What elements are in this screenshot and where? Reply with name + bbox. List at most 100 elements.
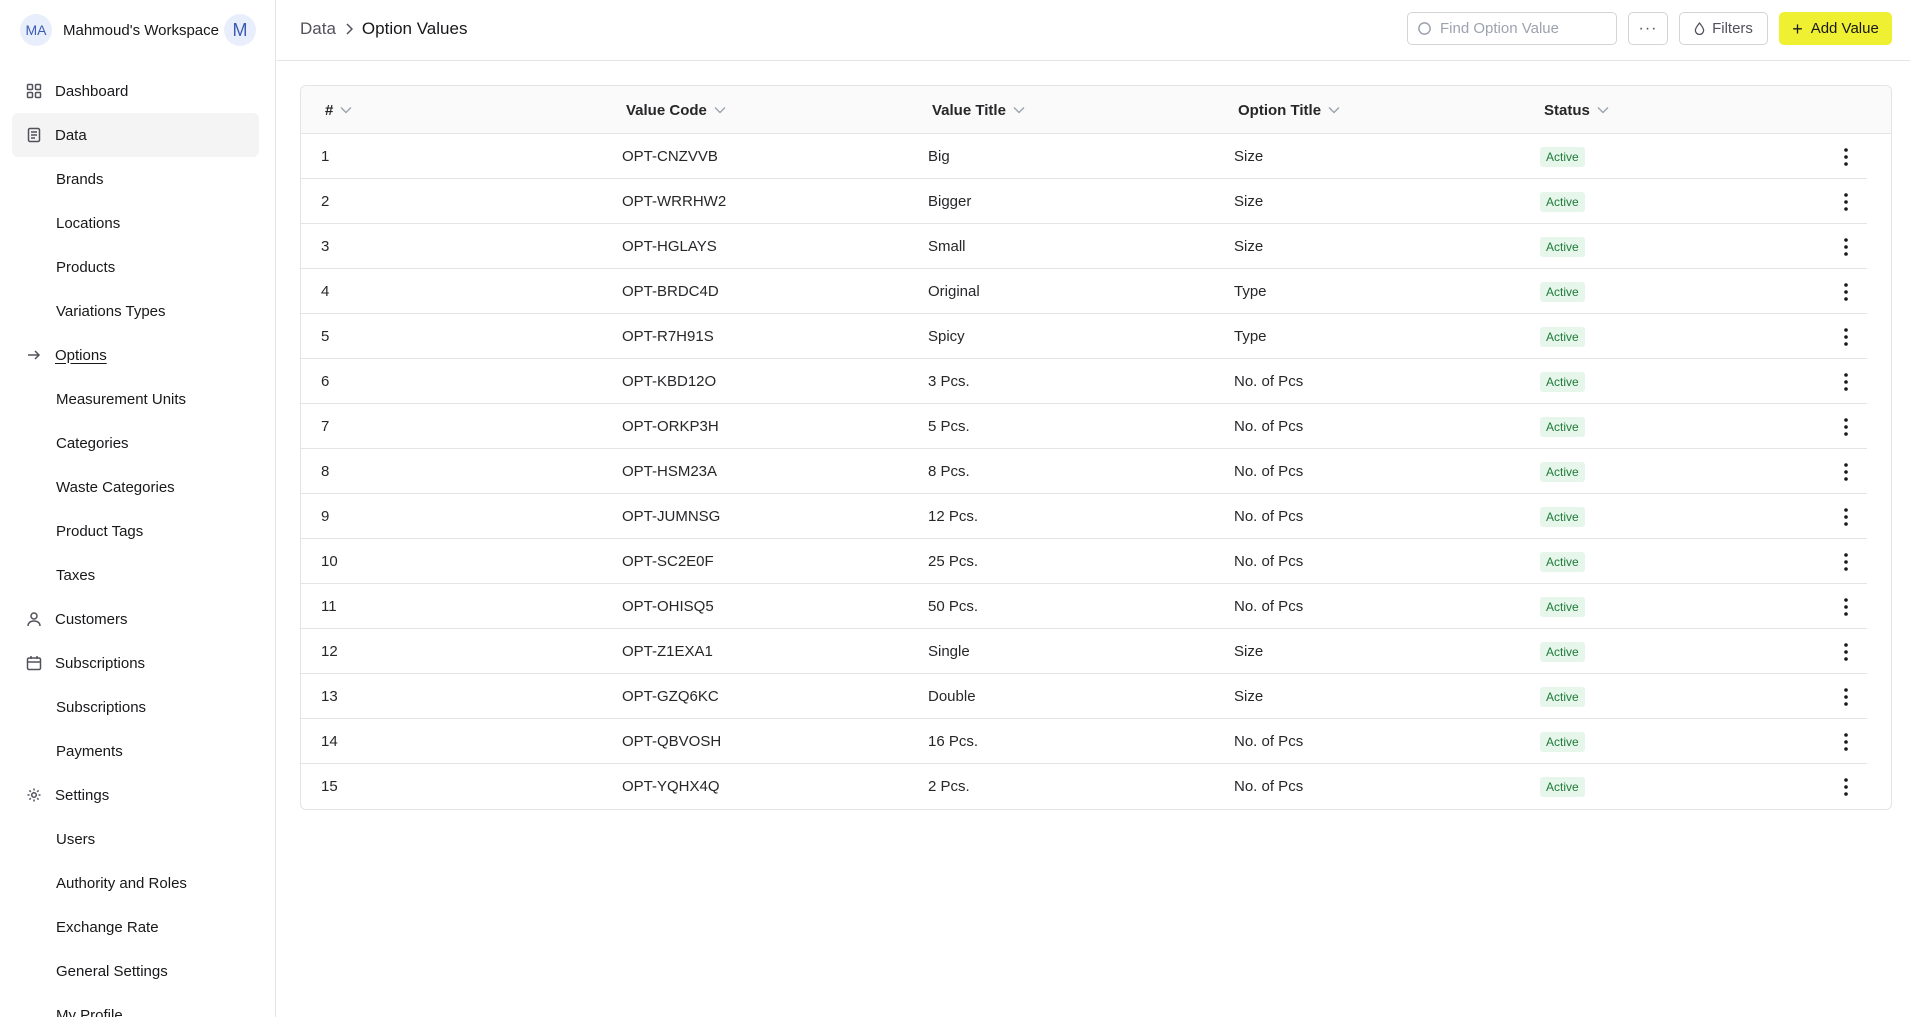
row-index: 2: [321, 193, 330, 210]
filters-button[interactable]: Filters: [1679, 12, 1768, 45]
breadcrumb-parent[interactable]: Data: [300, 19, 336, 39]
row-actions-icon[interactable]: [1831, 134, 1861, 179]
column-header-label: #: [325, 101, 334, 119]
table-row[interactable]: 4 OPT-BRDC4D Original Type Active: [301, 269, 1867, 314]
row-index: 9: [321, 508, 330, 525]
more-options-button[interactable]: ···: [1628, 12, 1668, 45]
sidebar-item-dashboard[interactable]: Dashboard: [12, 69, 259, 113]
value-code: OPT-WRRHW2: [622, 193, 727, 210]
sidebar: MA Mahmoud's Workspace M Dashboard Data Br…: [0, 0, 276, 1017]
status-badge: Active: [1540, 641, 1585, 662]
table-row[interactable]: 6 OPT-KBD12O 3 Pcs. No. of Pcs Active: [301, 359, 1867, 404]
row-index: 8: [321, 463, 330, 480]
sidebar-item-options[interactable]: Options: [12, 333, 259, 377]
column-header-index[interactable]: #: [325, 86, 352, 134]
value-title: Bigger: [928, 193, 972, 210]
table-row[interactable]: 3 OPT-HGLAYS Small Size Active: [301, 224, 1867, 269]
row-actions-icon[interactable]: [1831, 629, 1861, 674]
workspace-switcher[interactable]: MA Mahmoud's Workspace M: [0, 0, 275, 60]
sidebar-item-subscriptions[interactable]: Subscriptions: [12, 641, 259, 685]
row-actions-icon[interactable]: [1831, 584, 1861, 629]
value-title: 3 Pcs.: [928, 373, 970, 390]
row-actions-icon[interactable]: [1831, 449, 1861, 494]
value-code: OPT-BRDC4D: [622, 283, 719, 300]
row-actions-icon[interactable]: [1831, 359, 1861, 404]
value-code: OPT-OHISQ5: [622, 598, 714, 615]
sidebar-item-measurement-units[interactable]: Measurement Units: [12, 377, 259, 421]
sidebar-item-customers[interactable]: Customers: [12, 597, 259, 641]
table-row[interactable]: 1 OPT-CNZVVB Big Size Active: [301, 134, 1867, 179]
table-row[interactable]: 13 OPT-GZQ6KC Double Size Active: [301, 674, 1867, 719]
value-title: 16 Pcs.: [928, 733, 979, 750]
sidebar-item-brands[interactable]: Brands: [12, 157, 259, 201]
sidebar-item-users[interactable]: Users: [12, 817, 259, 861]
arrow-right-icon: [24, 345, 44, 365]
row-actions-icon[interactable]: [1831, 764, 1861, 809]
status-cell: Active: [1540, 539, 1585, 584]
add-value-label: Add Value: [1810, 20, 1879, 37]
sidebar-item-data[interactable]: Data: [12, 113, 259, 157]
document-icon: [24, 125, 44, 145]
sidebar-item-categories[interactable]: Categories: [12, 421, 259, 465]
sidebar-item-my-profile[interactable]: My Profile: [12, 993, 259, 1017]
table-row[interactable]: 14 OPT-QBVOSH 16 Pcs. No. of Pcs Active: [301, 719, 1867, 764]
sidebar-item-payments[interactable]: Payments: [12, 729, 259, 773]
value-title: 8 Pcs.: [928, 463, 970, 480]
row-actions-icon[interactable]: [1831, 494, 1861, 539]
table-row[interactable]: 10 OPT-SC2E0F 25 Pcs. No. of Pcs Active: [301, 539, 1867, 584]
sidebar-item-general-settings[interactable]: General Settings: [12, 949, 259, 993]
table-row[interactable]: 12 OPT-Z1EXA1 Single Size Active: [301, 629, 1867, 674]
row-actions-icon[interactable]: [1831, 539, 1861, 584]
status-badge: Active: [1540, 371, 1585, 392]
sidebar-item-authority-and-roles[interactable]: Authority and Roles: [12, 861, 259, 905]
value-code: OPT-R7H91S: [622, 328, 714, 345]
row-actions-icon[interactable]: [1831, 674, 1861, 719]
value-title: 25 Pcs.: [928, 553, 979, 570]
status-badge: Active: [1540, 686, 1585, 707]
option-title: Type: [1234, 328, 1267, 345]
table-row[interactable]: 8 OPT-HSM23A 8 Pcs. No. of Pcs Active: [301, 449, 1867, 494]
value-code: OPT-QBVOSH: [622, 733, 722, 750]
row-actions-icon[interactable]: [1831, 719, 1861, 764]
row-actions-icon[interactable]: [1831, 179, 1861, 224]
column-header-status[interactable]: Status: [1544, 86, 1609, 134]
row-actions-icon[interactable]: [1831, 404, 1861, 449]
table-row[interactable]: 9 OPT-JUMNSG 12 Pcs. No. of Pcs Active: [301, 494, 1867, 539]
status-badge: Active: [1540, 776, 1585, 797]
option-title: No. of Pcs: [1234, 373, 1304, 390]
table-row[interactable]: 11 OPT-OHISQ5 50 Pcs. No. of Pcs Active: [301, 584, 1867, 629]
row-actions-icon[interactable]: [1831, 314, 1861, 359]
user-avatar[interactable]: M: [223, 14, 256, 46]
table-row[interactable]: 15 OPT-YQHX4Q 2 Pcs. No. of Pcs Active: [301, 764, 1867, 809]
sidebar-item-label: Subscriptions: [56, 698, 147, 716]
row-actions-icon[interactable]: [1831, 269, 1861, 314]
sidebar-item-product-tags[interactable]: Product Tags: [12, 509, 259, 553]
status-cell: Active: [1540, 404, 1585, 449]
table-row[interactable]: 5 OPT-R7H91S Spicy Type Active: [301, 314, 1867, 359]
value-code: OPT-Z1EXA1: [622, 643, 713, 660]
sidebar-item-variations-types[interactable]: Variations Types: [12, 289, 259, 333]
sidebar-item-label: Data: [55, 126, 87, 144]
status-cell: Active: [1540, 449, 1585, 494]
status-badge: Active: [1540, 236, 1585, 257]
sidebar-item-products[interactable]: Products: [12, 245, 259, 289]
status-badge: Active: [1540, 146, 1585, 167]
column-header-value-title[interactable]: Value Title: [932, 86, 1025, 134]
table-row[interactable]: 7 OPT-ORKP3H 5 Pcs. No. of Pcs Active: [301, 404, 1867, 449]
row-actions-icon[interactable]: [1831, 224, 1861, 269]
column-header-value-code[interactable]: Value Code: [626, 86, 726, 134]
chevron-down-icon: [1597, 106, 1609, 114]
table-row[interactable]: 2 OPT-WRRHW2 Bigger Size Active: [301, 179, 1867, 224]
sidebar-item-settings[interactable]: Settings: [12, 773, 259, 817]
search-input[interactable]: [1440, 20, 1610, 37]
add-value-button[interactable]: + Add Value: [1779, 12, 1892, 45]
sidebar-item-subscriptions[interactable]: Subscriptions: [12, 685, 259, 729]
sidebar-item-taxes[interactable]: Taxes: [12, 553, 259, 597]
column-header-option-title[interactable]: Option Title: [1238, 86, 1340, 134]
sidebar-item-locations[interactable]: Locations: [12, 201, 259, 245]
sidebar-item-label: Users: [56, 830, 96, 848]
sidebar-item-waste-categories[interactable]: Waste Categories: [12, 465, 259, 509]
sidebar-item-exchange-rate[interactable]: Exchange Rate: [12, 905, 259, 949]
option-title: Size: [1234, 643, 1264, 660]
status-cell: Active: [1540, 494, 1585, 539]
